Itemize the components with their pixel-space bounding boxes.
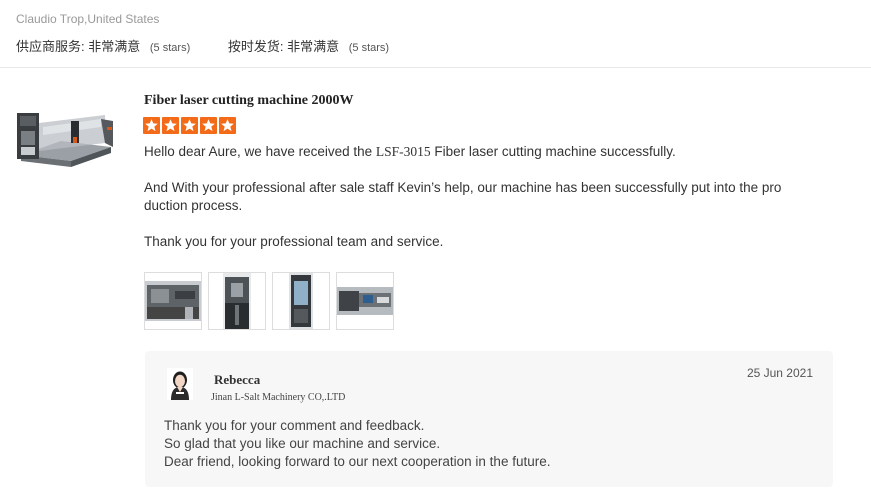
- review-photo-2[interactable]: [208, 272, 266, 330]
- review-photos: [144, 272, 400, 330]
- rating-value: 非常满意: [287, 39, 340, 54]
- laser-cutting-machine-icon: [17, 113, 113, 167]
- review-text: And With your professional after sale st…: [144, 180, 782, 195]
- machine-photo-icon: [337, 287, 393, 315]
- avatar-icon: [167, 368, 193, 400]
- section-divider: [0, 67, 871, 68]
- star-icon: [162, 117, 179, 134]
- reply-company: Jinan L-Salt Machinery CO,.LTD: [211, 392, 346, 403]
- avatar: [167, 368, 193, 400]
- star-icon: [219, 117, 236, 134]
- rating-on-time-delivery: 按时发货: 非常满意 (5 stars): [228, 36, 389, 55]
- review-photo-4[interactable]: [336, 272, 394, 330]
- reply-message: Thank you for your comment and feedback.…: [164, 417, 550, 471]
- rating-label: 按时发货:: [227, 39, 284, 54]
- star-icon: [181, 117, 198, 134]
- rating-stars-text: (5 stars): [348, 42, 390, 54]
- rating-supplier-service: 供应商服务: 非常满意 (5 stars): [16, 36, 190, 55]
- review-paragraph-2: And With your professional after sale st…: [144, 179, 824, 215]
- product-title[interactable]: Fiber laser cutting machine 2000W: [144, 93, 353, 109]
- product-model: LSF-3015: [375, 144, 431, 159]
- review-paragraph-3: Thank you for your professional team and…: [144, 234, 444, 249]
- reply-date: 25 Jun 2021: [746, 366, 813, 380]
- rating-stars-text: (5 stars): [149, 42, 191, 54]
- machine-photo-icon: [145, 281, 201, 321]
- review-text: Fiber laser cutting machine successfully…: [430, 144, 676, 159]
- star-icon: [200, 117, 217, 134]
- review-photo-3[interactable]: [272, 272, 330, 330]
- reply-author-name: Rebecca: [214, 372, 261, 387]
- reply-line: Thank you for your comment and feedback.: [164, 418, 425, 433]
- rating-value: 非常满意: [88, 39, 141, 54]
- supplier-reply: Rebecca Jinan L-Salt Machinery CO,.LTD 2…: [145, 351, 833, 487]
- product-star-rating: [143, 117, 238, 135]
- product-thumbnail[interactable]: [13, 107, 119, 170]
- star-icon: [143, 117, 160, 134]
- rating-label: 供应商服务:: [16, 39, 85, 54]
- review-photo-1[interactable]: [144, 272, 202, 330]
- reply-line: So glad that you like our machine and se…: [164, 436, 441, 451]
- reviewer-name: Claudio Trop,United States: [16, 12, 160, 26]
- review-paragraph-1: Hello dear Aure, we have received the LS…: [144, 143, 824, 161]
- supplier-ratings: 供应商服务: 非常满意 (5 stars) 按时发货: 非常满意 (5 star…: [16, 36, 423, 55]
- review-text: duction process.: [144, 198, 243, 213]
- reply-line: Dear friend, looking forward to our next…: [164, 454, 551, 469]
- machine-photo-icon: [289, 273, 313, 329]
- machine-photo-icon: [223, 273, 251, 329]
- review-text: Hello dear Aure, we have received the: [144, 144, 376, 159]
